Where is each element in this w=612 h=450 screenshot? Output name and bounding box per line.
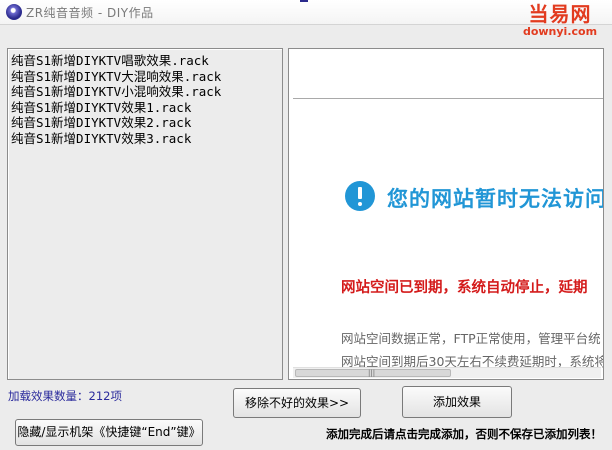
- scrollbar-grip-icon: |||: [368, 369, 376, 377]
- expired-message: 网站空间已到期，系统自动停止，延期: [341, 280, 588, 296]
- toggle-rack-button[interactable]: 隐藏/显示机架《快捷键“End”键》: [15, 419, 203, 446]
- notice-title: 您的网站暂时无法访问: [387, 187, 604, 211]
- list-item[interactable]: 纯音S1新增DIYKTV大混响效果.rack: [8, 69, 282, 85]
- list-item[interactable]: 纯音S1新增DIYKTV唱歌效果.rack: [8, 53, 282, 69]
- effects-list-items: 纯音S1新增DIYKTV唱歌效果.rack 纯音S1新增DIYKTV大混响效果.…: [8, 49, 282, 146]
- divider: [293, 98, 603, 99]
- horizontal-scrollbar[interactable]: |||: [293, 367, 601, 378]
- info-exclamation-icon: [345, 181, 375, 211]
- window-title: ZR纯音音频 - DIY作品: [26, 6, 154, 20]
- info-line-1: 网站空间数据正常，FTP正常使用，管理平台统: [341, 331, 601, 346]
- scrollbar-thumb[interactable]: |||: [295, 369, 451, 377]
- watermark: 当易网 downyi.com: [512, 3, 608, 43]
- watermark-domain: downyi.com: [522, 25, 598, 38]
- app-logo-icon: [6, 4, 22, 20]
- hint-text: 添加完成后请点击完成添加，否则不保存已添加列表！: [326, 427, 602, 441]
- effects-count-label: 加载效果数量：212项: [8, 389, 122, 403]
- list-item[interactable]: 纯音S1新增DIYKTV小混响效果.rack: [8, 84, 282, 100]
- title-marker: [300, 0, 308, 2]
- add-effect-button[interactable]: 添加效果: [402, 386, 512, 418]
- watermark-brand: 当易网: [528, 2, 592, 26]
- browser-viewport: 您的网站暂时无法访问 网站空间已到期，系统自动停止，延期 网站空间数据正常，FT…: [293, 53, 604, 371]
- list-item[interactable]: 纯音S1新增DIYKTV效果3.rack: [8, 131, 282, 147]
- web-browser-panel[interactable]: 您的网站暂时无法访问 网站空间已到期，系统自动停止，延期 网站空间数据正常，FT…: [288, 48, 604, 380]
- effects-list[interactable]: 纯音S1新增DIYKTV唱歌效果.rack 纯音S1新增DIYKTV大混响效果.…: [7, 48, 283, 380]
- list-item[interactable]: 纯音S1新增DIYKTV效果2.rack: [8, 115, 282, 131]
- remove-bad-effects-button[interactable]: 移除不好的效果>>: [233, 388, 361, 418]
- list-item[interactable]: 纯音S1新增DIYKTV效果1.rack: [8, 100, 282, 116]
